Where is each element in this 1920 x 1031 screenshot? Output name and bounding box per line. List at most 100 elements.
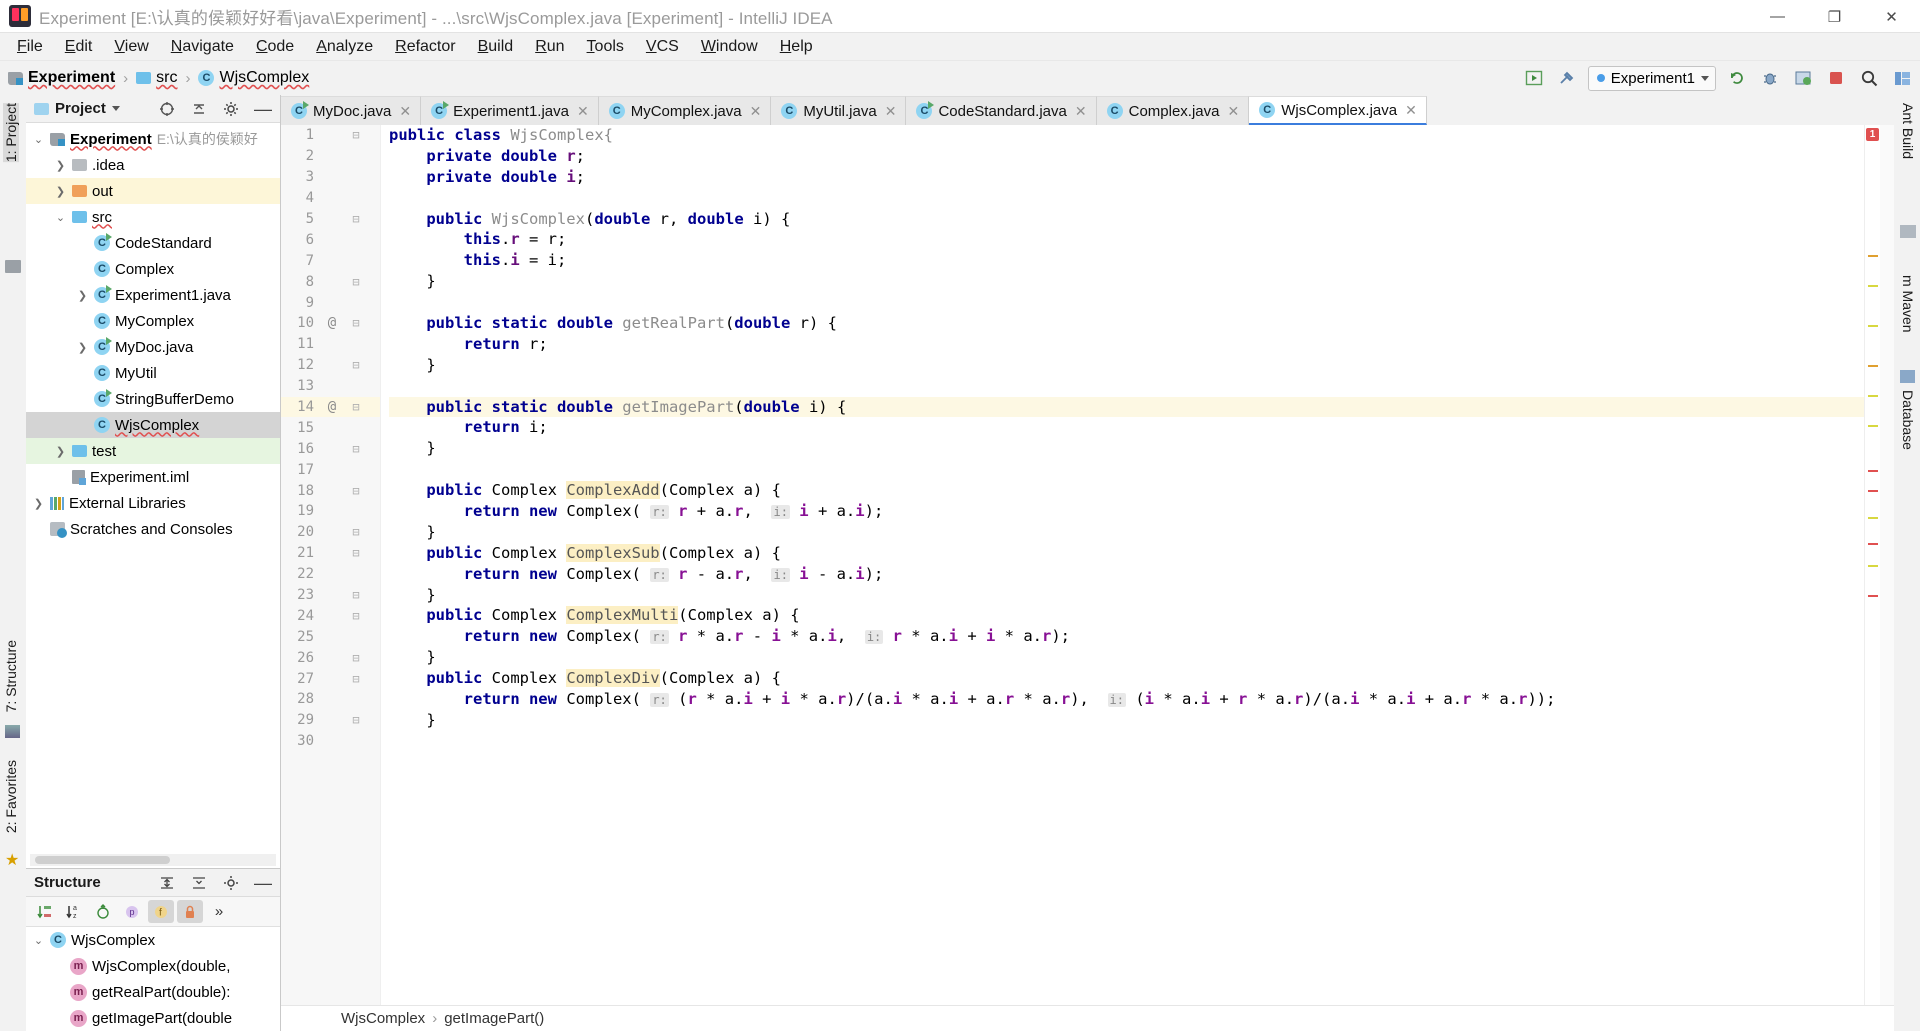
tree-item-myutil[interactable]: C MyUtil (26, 360, 280, 386)
chevron-down-icon[interactable] (111, 106, 120, 111)
close-icon[interactable]: ✕ (1075, 103, 1087, 120)
show-inherited-icon[interactable] (90, 900, 116, 923)
menu-tools[interactable]: Tools (576, 35, 635, 59)
fold-toggle-icon[interactable]: ⊟ (345, 609, 367, 623)
code-line[interactable]: private double r; (389, 146, 1864, 167)
structure-item[interactable]: m getImagePart(double (26, 1005, 280, 1031)
fold-toggle-icon[interactable]: ⊟ (345, 651, 367, 665)
code-content[interactable]: public class WjsComplex{ private double … (381, 125, 1864, 1005)
fold-toggle-icon[interactable]: ⊟ (345, 546, 367, 560)
fold-toggle-icon[interactable]: ⊟ (345, 400, 367, 414)
tree-item-stringbufferdemo[interactable]: C StringBufferDemo (26, 386, 280, 412)
editor-tab-codestandard[interactable]: C CodeStandard.java ✕ (906, 96, 1097, 125)
chevron-down-icon[interactable]: ⌄ (32, 133, 45, 146)
structure-item[interactable]: m WjsComplex(double, (26, 953, 280, 979)
chevron-right-icon[interactable]: ❯ (54, 159, 67, 172)
tree-item-experiment1-java[interactable]: ❯ C Experiment1.java (26, 282, 280, 308)
code-line[interactable]: return new Complex( r: r - a.r, i: i - a… (389, 564, 1864, 585)
gutter-line[interactable]: 18 ⊟ (281, 480, 380, 501)
code-line[interactable]: private double i; (389, 167, 1864, 188)
code-line[interactable]: public Complex ComplexMulti(Complex a) { (389, 605, 1864, 626)
code-line[interactable]: } (389, 710, 1864, 731)
gutter-line[interactable]: 28 (281, 689, 380, 710)
menu-view[interactable]: View (103, 35, 159, 59)
fold-toggle-icon[interactable]: ⊟ (345, 316, 367, 330)
more-icon[interactable]: » (206, 900, 232, 923)
gutter-line[interactable]: 14 @ ⊟ (281, 396, 380, 418)
tree-item-experiment[interactable]: ⌄ Experiment E:\认真的侯颖好 (26, 126, 280, 152)
code-line[interactable]: this.i = i; (389, 250, 1864, 271)
gutter-line[interactable]: 10 @ ⊟ (281, 313, 380, 334)
code-line[interactable]: this.r = r; (389, 229, 1864, 250)
tree-item-wjscomplex[interactable]: C WjsComplex (26, 412, 280, 438)
tree-item-src[interactable]: ⌄ src (26, 204, 280, 230)
gutter-line[interactable]: 19 (281, 501, 380, 522)
code-line[interactable] (389, 292, 1864, 313)
locate-file-icon[interactable] (154, 97, 180, 120)
run-file-icon[interactable] (1522, 66, 1546, 90)
code-line[interactable]: return new Complex( r: (r * a.i + i * a.… (389, 689, 1864, 710)
code-line[interactable]: public WjsComplex(double r, double i) { (389, 209, 1864, 230)
close-icon[interactable]: ✕ (1227, 103, 1239, 120)
code-line[interactable]: } (389, 647, 1864, 668)
show-properties-icon[interactable]: p (119, 900, 145, 923)
menu-window[interactable]: Window (690, 35, 769, 59)
chevron-right-icon[interactable]: ❯ (76, 341, 89, 354)
rerun-icon[interactable] (1725, 66, 1749, 90)
close-icon[interactable]: ✕ (885, 103, 897, 120)
tree-item-experiment-iml[interactable]: Experiment.iml (26, 464, 280, 490)
project-tree-hscrollbar[interactable] (30, 854, 276, 866)
tree-item-codestandard[interactable]: C CodeStandard (26, 230, 280, 256)
gutter-line[interactable]: 21 ⊟ (281, 543, 380, 564)
code-line[interactable] (389, 731, 1864, 752)
code-editor[interactable]: 1 ⊟ 2 3 4 5 ⊟ 6 7 8 ⊟ 9 10 @ ⊟ 11 12 ⊟ 13 14 @ ⊟ 15 16 ⊟ 17 18 ⊟ 19 2… (281, 125, 1894, 1005)
code-line[interactable]: public static double getImagePart(double… (389, 396, 1864, 418)
error-stripe[interactable]: 1 (1864, 125, 1880, 1005)
menu-analyze[interactable]: Analyze (305, 35, 384, 59)
show-non-public-icon[interactable] (177, 900, 203, 923)
chevron-down-icon[interactable]: ⌄ (32, 934, 45, 947)
gutter-line[interactable]: 24 ⊟ (281, 605, 380, 626)
chevron-right-icon[interactable]: ❯ (32, 497, 45, 510)
editor-tab-myutil[interactable]: C MyUtil.java ✕ (771, 96, 907, 125)
gutter-line[interactable]: 1 ⊟ (281, 125, 380, 146)
error-count-badge[interactable]: 1 (1866, 128, 1879, 141)
gutter-line[interactable]: 9 (281, 292, 380, 313)
code-line[interactable]: return new Complex( r: r * a.r - i * a.i… (389, 626, 1864, 647)
code-line[interactable] (389, 188, 1864, 209)
tree-item-external-libraries[interactable]: ❯ External Libraries (26, 490, 280, 516)
code-line[interactable] (389, 376, 1864, 397)
layout-icon[interactable] (1890, 66, 1914, 90)
gutter-line[interactable]: 12 ⊟ (281, 355, 380, 376)
editor-gutter[interactable]: 1 ⊟ 2 3 4 5 ⊟ 6 7 8 ⊟ 9 10 @ ⊟ 11 12 ⊟ 13 14 @ ⊟ 15 16 ⊟ 17 18 ⊟ 19 2… (281, 125, 381, 1005)
code-line[interactable]: return r; (389, 334, 1864, 355)
code-line[interactable]: return new Complex( r: r + a.r, i: i + a… (389, 501, 1864, 522)
tree-item-scratches-and-consoles[interactable]: Scratches and Consoles (26, 516, 280, 542)
menu-edit[interactable]: Edit (54, 35, 104, 59)
gutter-line[interactable]: 7 (281, 250, 380, 271)
code-line[interactable]: public Complex ComplexSub(Complex a) { (389, 543, 1864, 564)
editor-tab-wjscomplex[interactable]: C WjsComplex.java ✕ (1249, 96, 1427, 125)
code-line[interactable]: } (389, 585, 1864, 606)
gutter-line[interactable]: 27 ⊟ (281, 668, 380, 689)
gutter-line[interactable]: 29 ⊟ (281, 710, 380, 731)
search-everywhere-icon[interactable] (1857, 66, 1881, 90)
chevron-right-icon[interactable]: ❯ (76, 289, 89, 302)
gutter-line[interactable]: 13 (281, 376, 380, 397)
code-line[interactable]: return i; (389, 417, 1864, 438)
close-button[interactable]: ✕ (1863, 0, 1920, 33)
debug-icon[interactable] (1758, 66, 1782, 90)
close-icon[interactable]: ✕ (750, 103, 762, 120)
fold-toggle-icon[interactable]: ⊟ (345, 275, 367, 289)
chevron-down-icon[interactable]: ⌄ (54, 211, 67, 224)
gutter-line[interactable]: 4 (281, 188, 380, 209)
tree-item-mydoc-java[interactable]: ❯ C MyDoc.java (26, 334, 280, 360)
fold-toggle-icon[interactable]: ⊟ (345, 525, 367, 539)
gutter-line[interactable]: 3 (281, 167, 380, 188)
gutter-line[interactable]: 8 ⊟ (281, 271, 380, 292)
gutter-line[interactable]: 20 ⊟ (281, 522, 380, 543)
fold-toggle-icon[interactable]: ⊟ (345, 212, 367, 226)
collapse-all-icon[interactable] (186, 97, 212, 120)
menu-build[interactable]: Build (467, 35, 525, 59)
gutter-line[interactable]: 17 (281, 459, 380, 480)
